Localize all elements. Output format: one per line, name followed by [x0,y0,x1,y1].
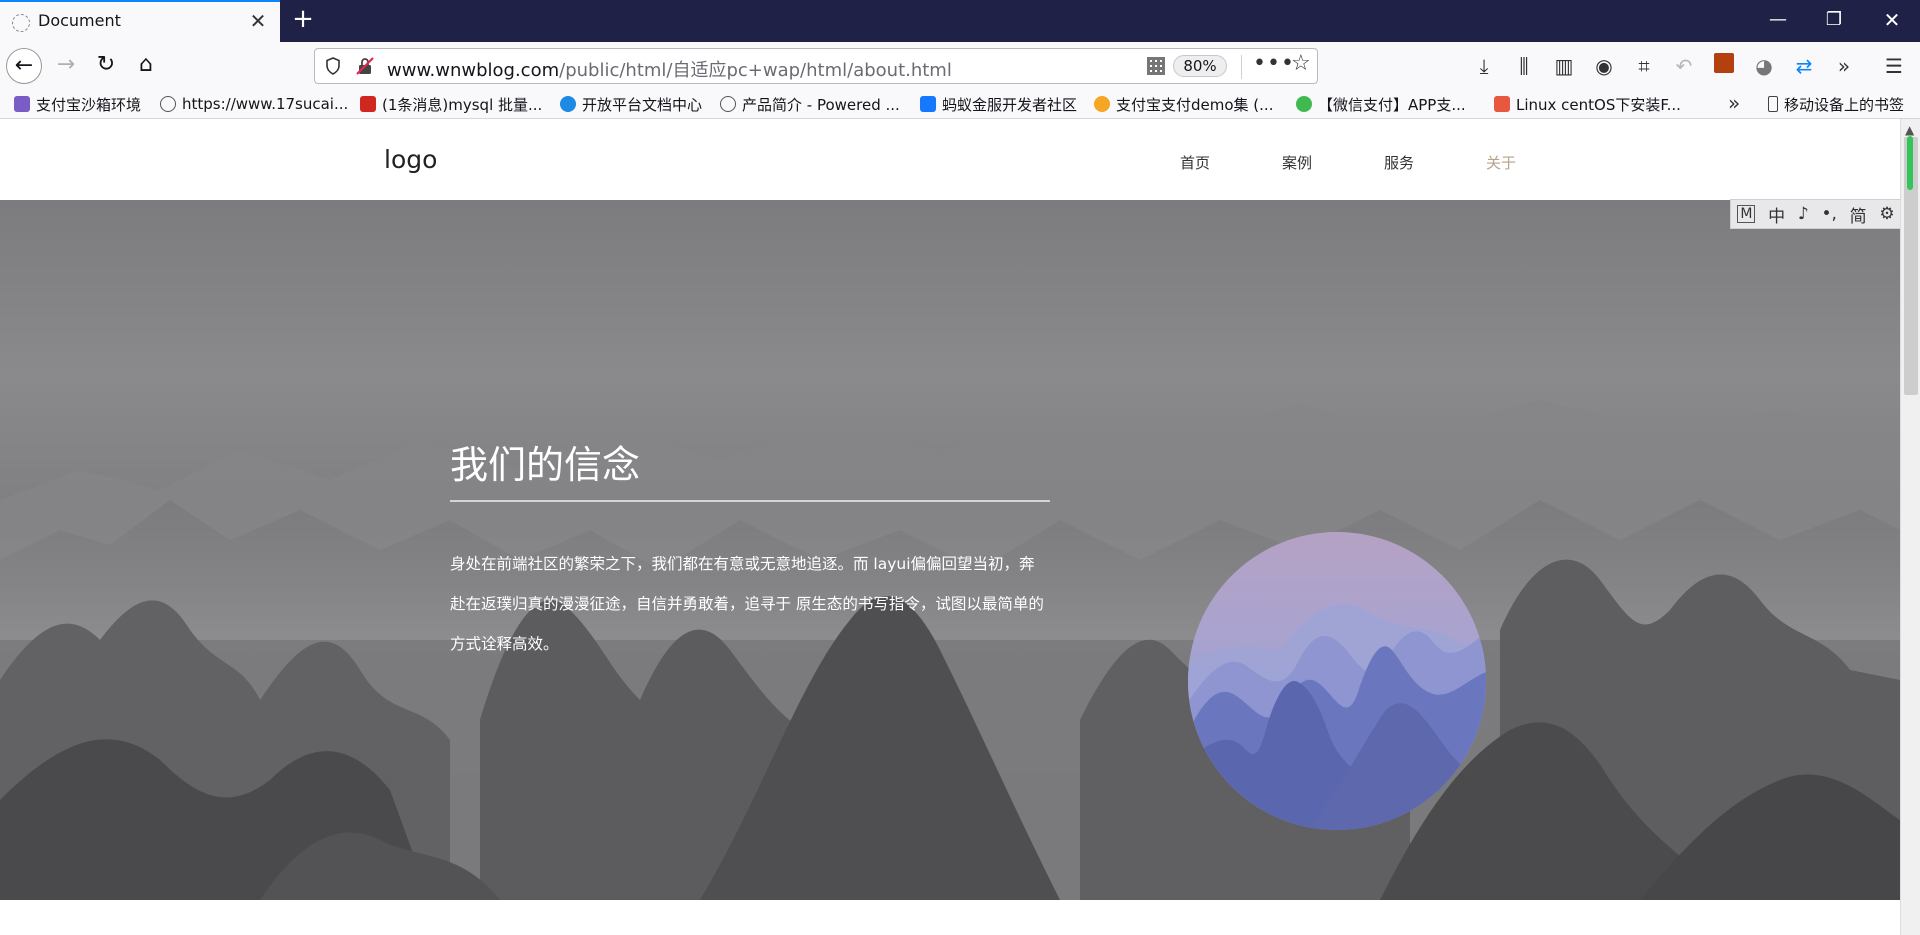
home-button[interactable]: ⌂ [128,48,164,84]
close-window-button[interactable]: ✕ [1864,0,1920,42]
nav-services[interactable]: 服务 [1384,152,1414,173]
screenshot-icon[interactable]: ⌗ [1630,52,1658,80]
url-host: www.wnwblog.com [387,60,560,81]
ime-mode-icon[interactable]: M [1737,205,1756,223]
site-header: logo 首页 案例 服务 关于 [0,119,1900,200]
scroll-indicator [1907,136,1913,190]
nav-about[interactable]: 关于 [1486,152,1516,173]
page-scrollbar[interactable]: ▲ [1900,119,1920,935]
bookmark-item[interactable]: 支付宝沙箱环境 [14,93,141,115]
sync-icon[interactable]: ◕ [1750,52,1778,80]
url-text[interactable]: www.wnwblog.com/public/html/自适应pc+wap/ht… [387,56,952,82]
globe-icon [720,96,736,112]
cat-icon [1094,96,1110,112]
ime-punctuation-icon[interactable]: •, [1821,204,1836,224]
hero-banner: 我们的信念 身处在前端社区的繁荣之下，我们都在有意或无意地追逐。而 layui偏… [0,200,1900,900]
zoom-indicator[interactable]: 80% [1173,55,1227,77]
loading-icon [12,14,30,32]
undo-icon[interactable]: ↶ [1670,52,1698,80]
bookmark-item[interactable]: 支付宝支付demo集 (... [1094,93,1273,115]
jianshu-icon [1494,96,1510,112]
new-tab-button[interactable]: + [288,5,318,35]
ime-simplified-icon[interactable]: 简 [1850,202,1867,227]
landscape-image-graphic [1188,532,1486,830]
overflow-icon[interactable]: » [1830,52,1858,80]
hero-description: 身处在前端社区的繁荣之下，我们都在有意或无意地追逐。而 layui偏偏回望当初，… [450,555,1044,653]
page-actions-icon[interactable]: ••• [1253,51,1295,76]
url-bar[interactable]: www.wnwblog.com/public/html/自适应pc+wap/ht… [314,48,1318,84]
download-icon[interactable]: ⤓ [1470,52,1498,80]
hero-title: 我们的信念 [450,443,641,487]
forward-button[interactable]: → [48,48,84,84]
navigation-toolbar: ← → ↻ ⌂ www.wnwblog.com/public/html/自适应p… [0,42,1920,89]
phone-icon [1768,96,1778,112]
close-tab-icon[interactable]: ✕ [246,10,270,34]
ime-chinese-icon[interactable]: 中 [1768,202,1785,227]
bookmarks-overflow-icon[interactable]: » [1728,91,1740,115]
tab-bar: Document ✕ + — ❐ ✕ [0,0,1920,42]
restore-button[interactable]: ❐ [1806,0,1862,42]
menu-icon[interactable]: ☰ [1880,52,1908,80]
bookmark-item[interactable]: 开放平台文档中心 [560,93,702,115]
reload-button[interactable]: ↻ [88,48,124,84]
bookmark-item[interactable]: (1条消息)mysql 批量... [360,93,542,115]
extension-icon[interactable] [1710,52,1738,80]
site-logo[interactable]: logo [384,145,437,174]
bookmark-favicon-icon [14,96,30,112]
person-icon [560,96,576,112]
swap-icon[interactable]: ⇄ [1790,52,1818,80]
title-divider [450,500,1050,502]
page-viewport: logo 首页 案例 服务 关于 我们的信念 身处在前端社区的繁荣之下，我们都在… [0,119,1900,935]
library-icon[interactable]: ⫼ [1510,52,1538,80]
tab-title: Document [38,11,121,30]
ant-icon [920,96,936,112]
sidebar-icon[interactable]: ▥ [1550,52,1578,80]
bookmark-item[interactable]: https://www.17sucai... [160,93,348,115]
ime-moon-icon[interactable]: ♪ [1798,204,1809,224]
insecure-lock-icon[interactable] [355,56,375,76]
tab-document[interactable]: Document ✕ [0,0,280,42]
nav-cases[interactable]: 案例 [1282,152,1312,173]
minimize-button[interactable]: — [1750,0,1806,42]
url-divider [1241,55,1242,79]
bookmark-item[interactable]: 产品简介 - Powered ... [720,93,900,115]
account-icon[interactable]: ◉ [1590,52,1618,80]
back-button[interactable]: ← [6,48,42,84]
globe-icon [160,96,176,112]
url-path: /public/html/自适应pc+wap/html/about.html [559,60,952,81]
shield-icon[interactable] [325,57,341,75]
page-content-below [0,900,1900,935]
bookmarks-toolbar: 支付宝沙箱环境 https://www.17sucai... (1条消息)mys… [0,89,1920,119]
nav-home[interactable]: 首页 [1180,152,1210,173]
qr-code-icon[interactable] [1147,57,1165,75]
bookmark-item[interactable]: Linux centOS下安装F... [1494,93,1681,115]
bookmark-star-icon[interactable]: ☆ [1291,51,1311,76]
mobile-bookmarks[interactable]: 移动设备上的书签 [1768,93,1904,115]
bookmark-item[interactable]: 蚂蚁金服开发者社区 [920,93,1077,115]
ime-settings-icon[interactable]: ⚙ [1879,204,1894,224]
wechat-icon [1296,96,1312,112]
csdn-icon [360,96,376,112]
bookmark-item[interactable]: 【微信支付】APP支... [1296,93,1466,115]
ime-toolbar[interactable]: M 中 ♪ •, 简 ⚙ [1730,199,1902,229]
landscape-image [1188,532,1486,830]
scroll-up-icon[interactable]: ▲ [1905,123,1914,137]
